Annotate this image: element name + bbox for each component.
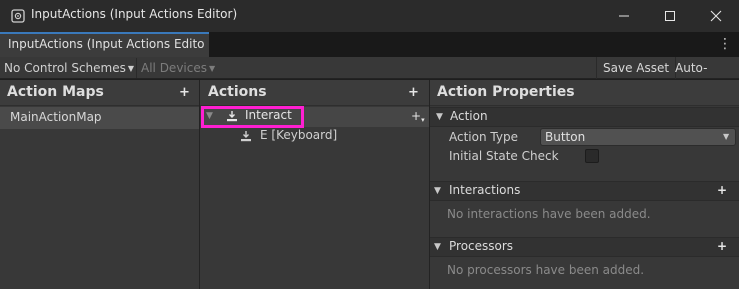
tab-input-actions[interactable]: InputActions (Input Actions Edito [0, 32, 209, 57]
interactions-title: Interactions [449, 183, 521, 197]
maximize-icon [665, 11, 675, 21]
add-interaction-button[interactable]: + [717, 183, 727, 197]
chevron-down-icon: ▼ [127, 64, 135, 73]
properties-title: Action Properties [437, 84, 575, 100]
chevron-down-icon: ▼ [723, 132, 730, 141]
action-section-label: Action [450, 109, 488, 123]
maximize-button[interactable] [647, 0, 693, 32]
binding-item[interactable]: E [Keyboard] [260, 128, 337, 142]
save-asset-button[interactable]: Save Asset [596, 57, 677, 79]
window-title: InputActions (Input Actions Editor) [31, 7, 238, 21]
action-map-label: MainActionMap [10, 110, 102, 124]
initial-state-check-label: Initial State Check [449, 149, 559, 163]
actions-title: Actions [208, 84, 267, 100]
minimize-button[interactable] [601, 0, 647, 32]
binding-download-icon [241, 131, 251, 142]
devices-dropdown[interactable]: All Devices ▼ [141, 57, 215, 79]
processors-empty-message: No processors have been added. [447, 263, 645, 277]
minimize-icon [619, 15, 629, 17]
action-maps-title: Action Maps [7, 84, 104, 100]
close-button[interactable] [693, 0, 739, 32]
devices-label: All Devices [141, 61, 207, 75]
add-processor-button[interactable]: + [717, 239, 727, 253]
selection-highlight [201, 106, 304, 128]
control-schemes-label: No Control Schemes [4, 61, 126, 75]
chevron-down-icon[interactable]: ▼ [434, 242, 441, 252]
add-binding-icon[interactable]: +▾ [411, 109, 425, 124]
add-action-map-button[interactable]: + [179, 85, 190, 100]
chevron-down-icon[interactable]: ▼ [434, 186, 441, 196]
initial-state-checkbox[interactable] [585, 149, 599, 163]
action-type-dropdown[interactable]: Button [540, 128, 736, 146]
add-action-button[interactable]: + [408, 85, 419, 100]
toolbar-divider [136, 58, 137, 78]
chevron-down-icon[interactable]: ▼ [436, 112, 443, 122]
action-type-label: Action Type [449, 130, 518, 144]
unity-logo-icon [11, 9, 25, 23]
chevron-down-icon: ▼ [208, 64, 216, 73]
control-schemes-dropdown[interactable]: No Control Schemes ▼ [4, 57, 134, 79]
processors-title: Processors [449, 239, 514, 253]
auto-save-toggle[interactable]: Auto-Save [671, 57, 739, 97]
kebab-menu-icon[interactable]: ⋮ [718, 36, 732, 52]
interactions-empty-message: No interactions have been added. [447, 207, 651, 221]
close-icon [710, 10, 722, 22]
